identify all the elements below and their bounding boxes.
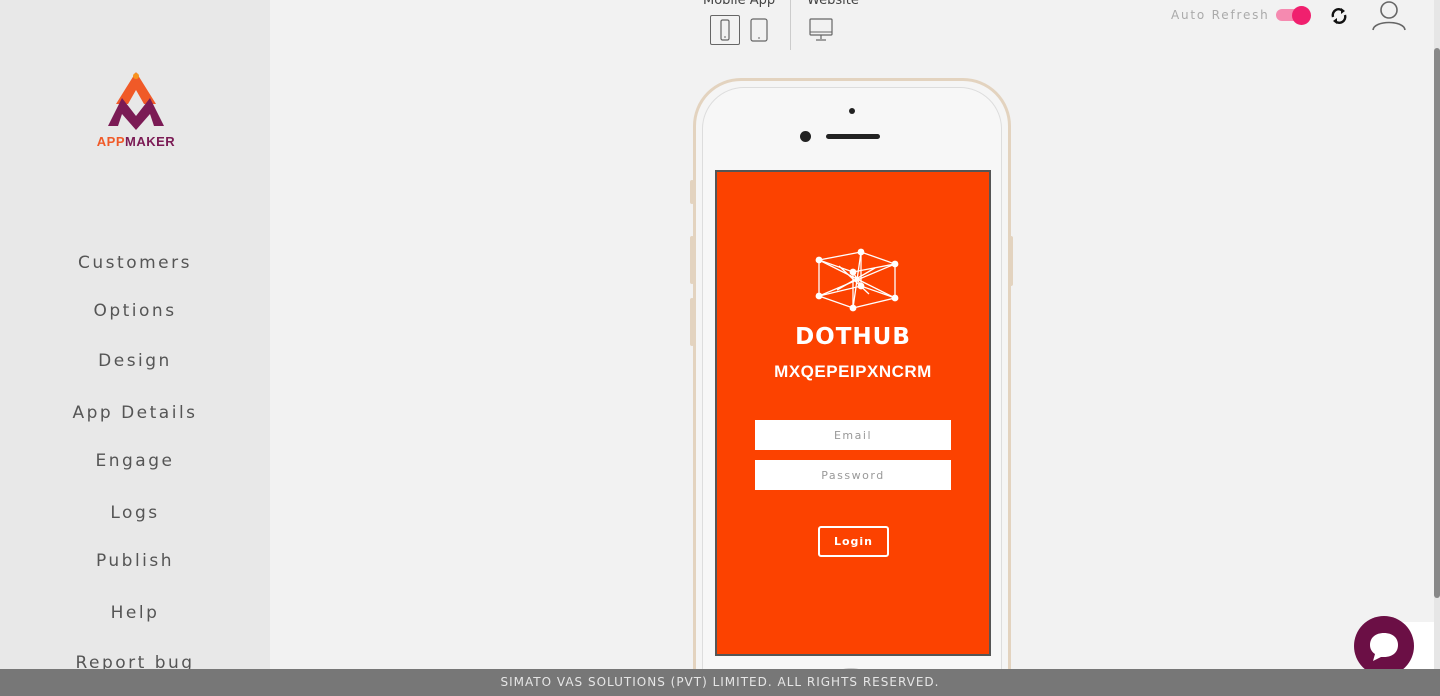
phone-preview: DOTHUB MXQEPEIPXNCRM Login — [690, 78, 1013, 696]
auto-refresh-toggle[interactable] — [1276, 6, 1312, 25]
tablet-view-button[interactable] — [744, 15, 774, 45]
desktop-icon — [809, 18, 833, 41]
footer: SIMATO VAS SOLUTIONS (PVT) LIMITED. ALL … — [0, 669, 1440, 696]
phone-view-button[interactable] — [710, 15, 740, 45]
phone-sensor — [849, 108, 855, 114]
sidebar-item-help[interactable]: Help — [0, 603, 270, 623]
tablet-icon — [750, 18, 768, 42]
sidebar-item-design[interactable]: Design — [0, 351, 270, 371]
refresh-button[interactable] — [1327, 4, 1351, 28]
user-icon — [1372, 1, 1406, 31]
website-label: Website — [807, 0, 859, 8]
refresh-icon — [1331, 8, 1347, 24]
appmaker-logo[interactable]: APPMAKER — [88, 70, 184, 154]
mobile-app-label: Mobile App — [703, 0, 776, 8]
sidebar-item-app-details[interactable]: App Details — [0, 403, 270, 423]
login-button[interactable]: Login — [818, 526, 889, 557]
sidebar-item-logs[interactable]: Logs — [0, 503, 270, 523]
email-field[interactable] — [755, 420, 951, 450]
appmaker-logo-mark — [108, 72, 164, 130]
sidebar-item-customers[interactable]: Customers — [0, 253, 270, 273]
device-divider — [790, 0, 791, 50]
sidebar: APPMAKER Customers Options Design App De… — [0, 0, 270, 696]
user-account-button[interactable] — [1370, 0, 1408, 32]
dothub-cube-icon — [815, 248, 899, 312]
app-login-screen: DOTHUB MXQEPEIPXNCRM Login — [715, 170, 991, 656]
app-name: MXQEPEIPXNCRM — [774, 362, 932, 381]
sidebar-item-engage[interactable]: Engage — [0, 451, 270, 471]
chat-launcher-button[interactable] — [1354, 616, 1414, 676]
phone-icon — [720, 19, 730, 41]
password-field[interactable] — [755, 460, 951, 490]
appmaker-logo-text: APPMAKER — [96, 134, 176, 149]
phone-speaker — [826, 134, 880, 139]
page-scrollbar-thumb[interactable] — [1434, 48, 1440, 598]
auto-refresh-label: Auto Refresh — [1171, 8, 1270, 22]
dothub-brand-text: DOTHUB — [795, 324, 911, 350]
chat-bubble-icon — [1370, 633, 1398, 661]
toggle-knob — [1292, 6, 1311, 25]
sidebar-item-publish[interactable]: Publish — [0, 551, 270, 571]
phone-camera — [800, 131, 811, 142]
desktop-view-button[interactable] — [807, 15, 837, 45]
sidebar-item-options[interactable]: Options — [0, 301, 270, 321]
